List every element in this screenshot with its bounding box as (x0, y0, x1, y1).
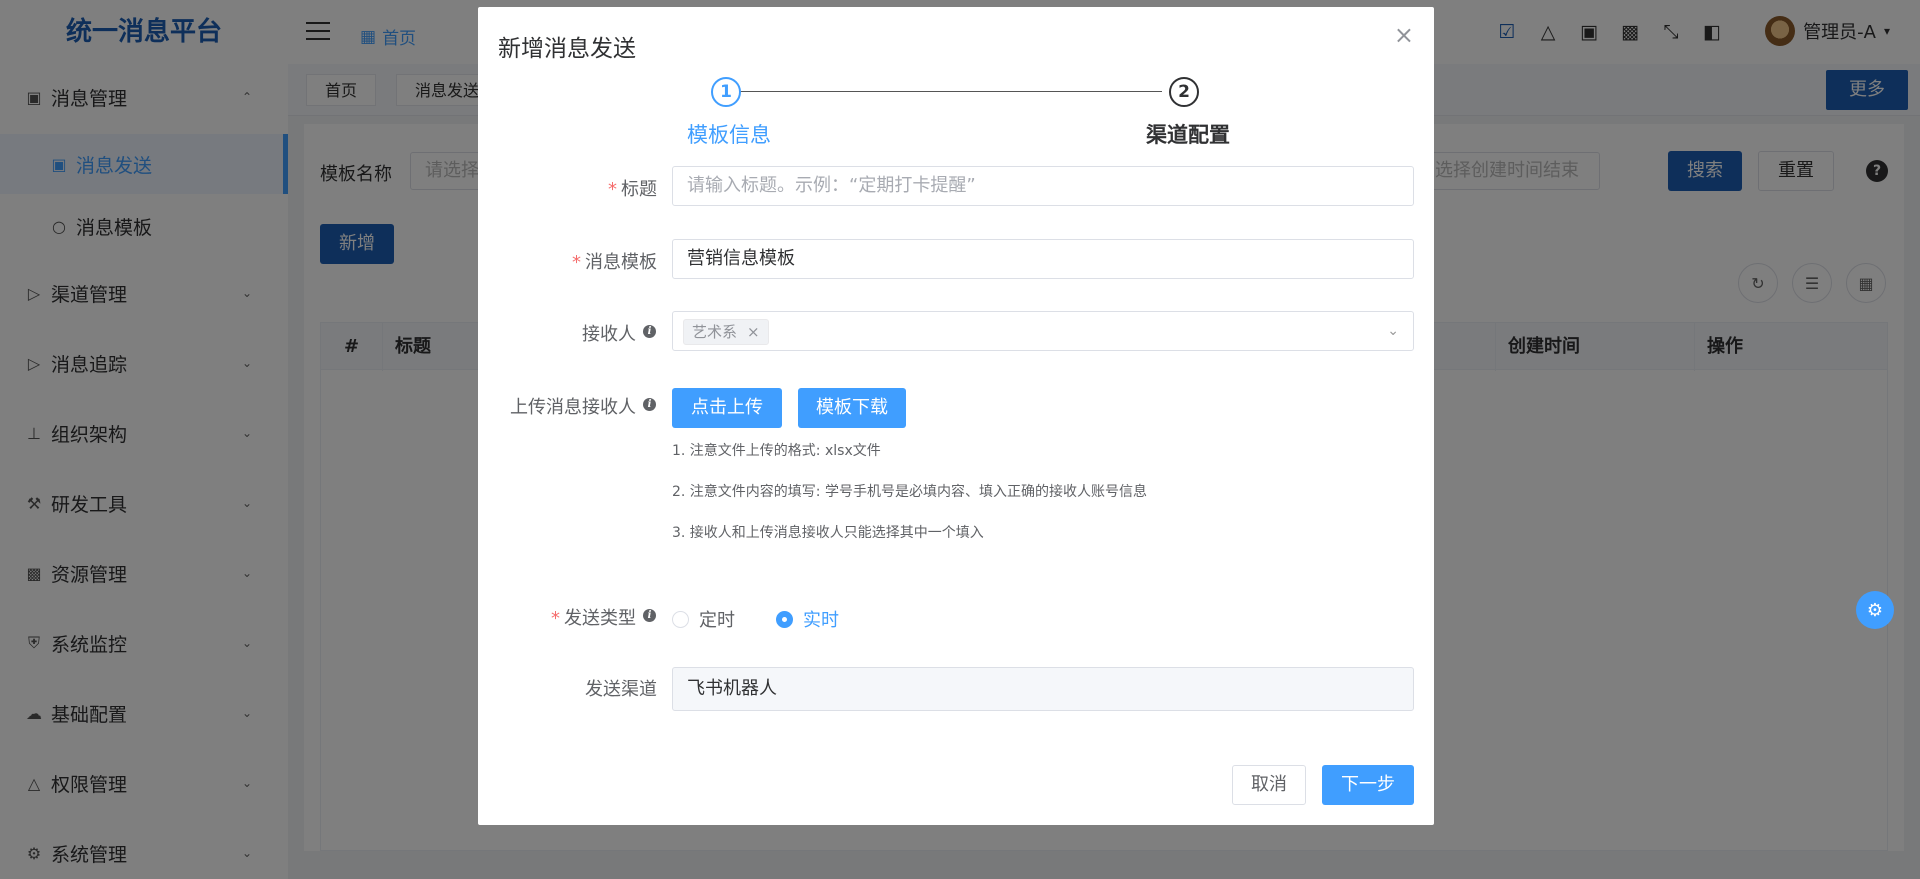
upload-note: 2. 注意文件内容的填写: 学号手机号是必填内容、填入正确的接收人账号信息 (672, 484, 1147, 500)
upload-receiver-label: 上传消息接收人 (510, 397, 636, 418)
receiver-tag: 艺术系 × (683, 319, 769, 345)
step-2-title: 渠道配置 (1146, 123, 1230, 147)
upload-note: 1. 注意文件上传的格式: xlsx文件 (672, 443, 881, 459)
dialog-title: 新增消息发送 (498, 36, 636, 62)
chevron-down-icon: ⌄ (1387, 323, 1399, 339)
info-icon[interactable]: i (643, 609, 656, 622)
cancel-button[interactable]: 取消 (1232, 765, 1306, 805)
message-template-input[interactable]: 营销信息模板 (672, 239, 1414, 279)
message-template-label: * 消息模板 (572, 252, 657, 273)
title-label: * 标题 (608, 179, 657, 200)
step-1-number: 1 (711, 77, 741, 107)
close-icon[interactable]: × (1394, 21, 1414, 49)
steps-connector (726, 91, 1162, 92)
step-1-title: 模板信息 (687, 123, 771, 147)
send-type-realtime-radio[interactable]: 实时 (776, 606, 839, 632)
tag-close-icon[interactable]: × (747, 320, 760, 344)
radio-label: 定时 (699, 610, 735, 631)
next-step-button[interactable]: 下一步 (1322, 765, 1414, 805)
send-channel-input[interactable]: 飞书机器人 (672, 667, 1414, 711)
info-icon[interactable]: i (643, 398, 656, 411)
receiver-select[interactable]: 艺术系 × ⌄ (672, 311, 1414, 351)
settings-gear-icon[interactable]: ⚙ (1856, 591, 1894, 629)
radio-checked-icon (776, 610, 793, 628)
info-icon[interactable]: i (643, 325, 656, 338)
step-2-number: 2 (1169, 77, 1199, 107)
receiver-tag-label: 艺术系 (692, 323, 738, 341)
send-channel-label: 发送渠道 (585, 679, 657, 700)
title-input[interactable]: 请输入标题。示例：“定期打卡提醒” (672, 166, 1414, 206)
send-type-label: * 发送类型 (551, 608, 636, 629)
receiver-label: 接收人 (582, 324, 636, 345)
upload-note: 3. 接收人和上传消息接收人只能选择其中一个填入 (672, 525, 984, 541)
send-type-scheduled-radio[interactable]: 定时 (672, 606, 735, 632)
add-message-dialog: 新增消息发送 × 1 2 模板信息 渠道配置 * 标题 请输入标题。示例：“定期打… (478, 7, 1434, 825)
radio-label: 实时 (803, 610, 839, 631)
template-download-button[interactable]: 模板下载 (798, 388, 906, 428)
radio-circle-icon (672, 610, 689, 628)
upload-button[interactable]: 点击上传 (672, 388, 782, 428)
